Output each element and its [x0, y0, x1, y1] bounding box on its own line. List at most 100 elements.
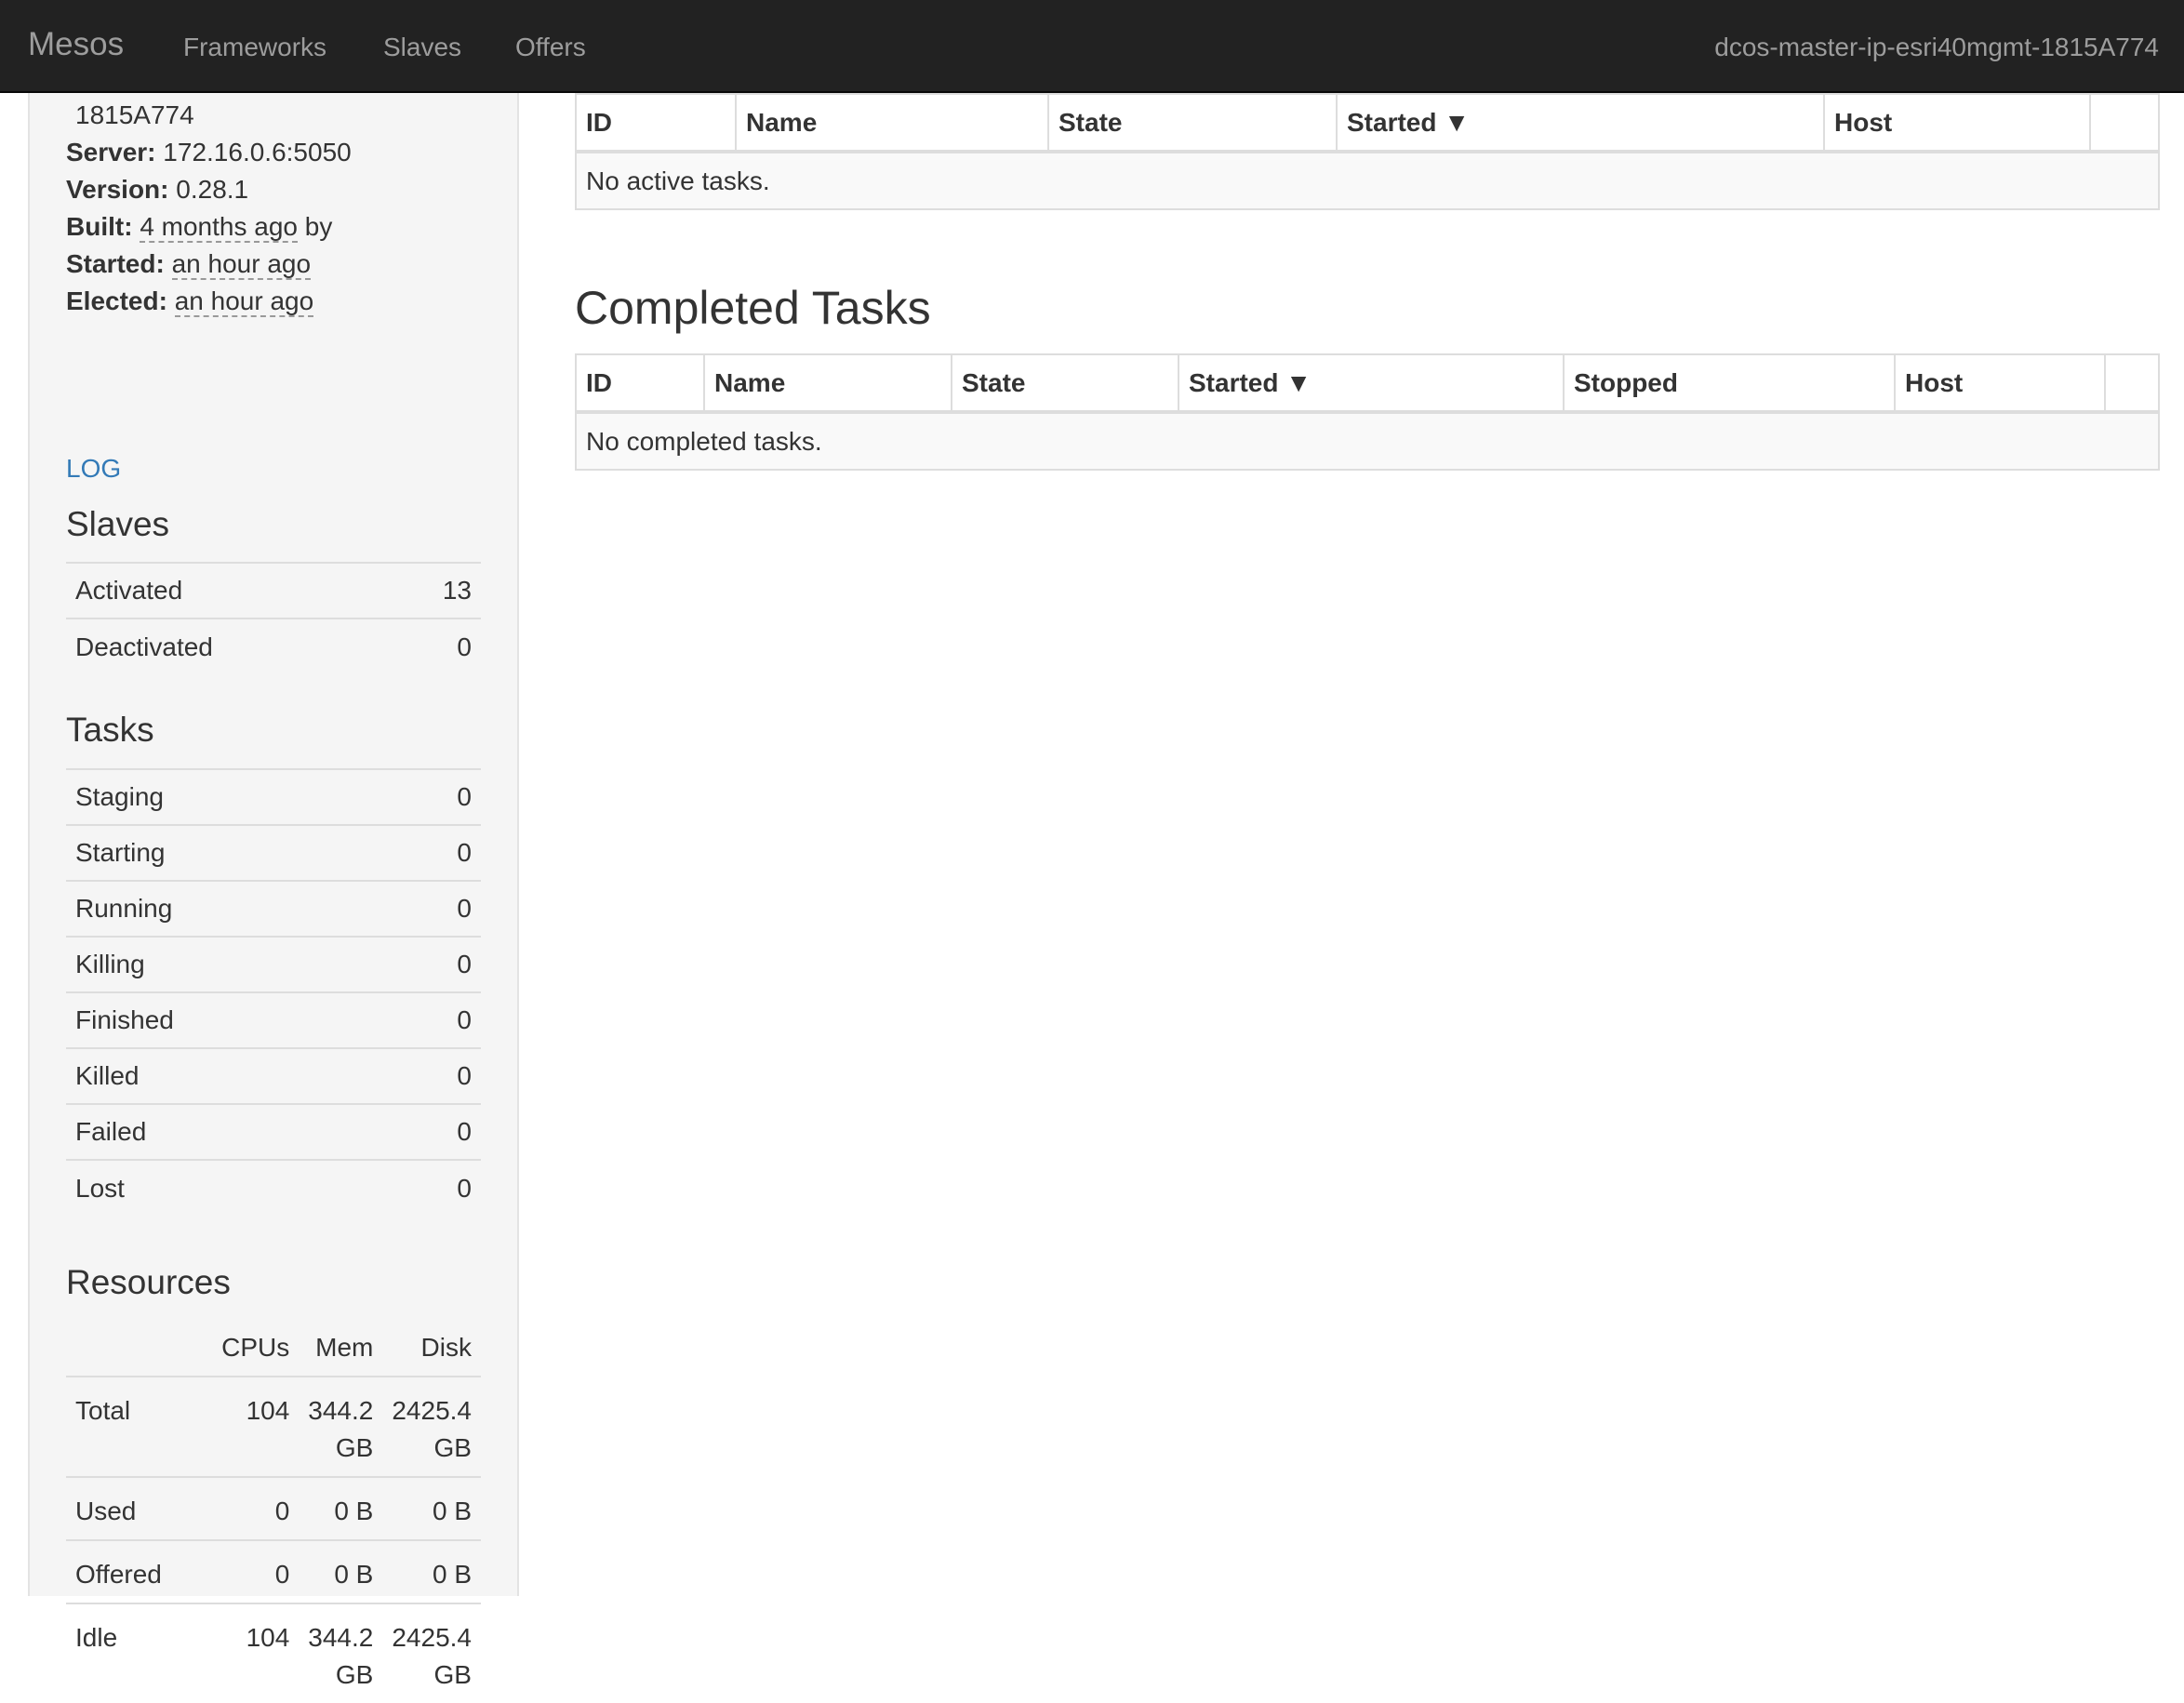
built-value[interactable]: 4 months ago [140, 212, 298, 243]
task-state-label: Killed [66, 1047, 390, 1104]
col-header-state[interactable]: State [1047, 93, 1338, 153]
tasks-heading: Tasks [66, 711, 154, 749]
resource-mem: 0 B [299, 1539, 383, 1603]
built-label: Built: [66, 212, 133, 241]
resources-corner [66, 1319, 171, 1377]
table-row: Idle 104 344.2 GB 2425.4 GB [66, 1603, 481, 1703]
table-row: Running 0 [66, 880, 481, 937]
resource-cpus: 0 [170, 1539, 300, 1603]
resource-disk: 2425.4 GB [382, 1603, 481, 1703]
col-header-id[interactable]: ID [575, 93, 737, 153]
table-row: No completed tasks. [575, 411, 2160, 471]
table-row: Activated 13 [66, 562, 481, 619]
version-value: 0.28.1 [176, 175, 249, 204]
resources-header-row: CPUs Mem Disk [66, 1319, 481, 1377]
version-info: Version: 0.28.1 [66, 175, 248, 205]
active-tasks-table: ID Name State Started ▼ Host No active t… [575, 93, 2160, 210]
table-row: Total 104 344.2 GB 2425.4 GB [66, 1376, 481, 1477]
col-header-name[interactable]: Name [735, 93, 1049, 153]
resources-table: CPUs Mem Disk Total 104 344.2 GB 2425.4 … [66, 1319, 481, 1703]
elected-value[interactable]: an hour ago [174, 286, 314, 317]
slaves-activated-label: Activated [66, 562, 384, 619]
col-header-host[interactable]: Host [1823, 93, 2091, 153]
col-header-stopped[interactable]: Stopped [1563, 353, 1896, 414]
resource-row-label: Used [66, 1476, 171, 1540]
top-navbar: Mesos Frameworks Slaves Offers dcos-mast… [0, 0, 2184, 93]
table-row: Offered 0 0 B 0 B [66, 1539, 481, 1603]
active-tasks-header-row: ID Name State Started ▼ Host [575, 93, 2160, 153]
task-state-count: 0 [389, 768, 481, 825]
master-host-fragment: 1815A774 [75, 100, 194, 129]
elected-label: Elected: [66, 286, 167, 315]
table-row: Used 0 0 B 0 B [66, 1476, 481, 1540]
slaves-table: Activated 13 Deactivated 0 [66, 562, 481, 674]
nav-offers-link[interactable]: Offers [515, 33, 586, 62]
col-header-extra [2104, 353, 2160, 414]
resource-mem: 344.2 GB [299, 1603, 383, 1703]
resource-disk: 0 B [382, 1539, 481, 1603]
task-state-label: Staging [66, 768, 390, 825]
started-info: Started: an hour ago [66, 249, 312, 280]
tasks-table: Staging 0 Starting 0 Running 0 Killing 0 Fin… [66, 768, 481, 1216]
resource-mem: 0 B [299, 1476, 383, 1540]
table-row: Failed 0 [66, 1103, 481, 1160]
elected-info: Elected: an hour ago [66, 286, 314, 317]
completed-tasks-empty-message: No completed tasks. [575, 411, 2160, 471]
table-row: Lost 0 [66, 1159, 481, 1216]
col-header-started[interactable]: Started ▼ [1178, 353, 1565, 414]
built-info: Built: 4 months ago by [66, 212, 333, 243]
col-header-disk: Disk [420, 1332, 472, 1362]
task-state-count: 0 [389, 1103, 481, 1160]
col-header-mem: Mem [315, 1332, 374, 1362]
col-header-started[interactable]: Started ▼ [1336, 93, 1825, 153]
log-link[interactable]: LOG [66, 454, 121, 484]
resource-cpus: 104 [170, 1376, 300, 1477]
col-header-cpus: CPUs [221, 1332, 290, 1362]
col-header-state[interactable]: State [951, 353, 1179, 414]
task-state-label: Starting [66, 824, 390, 881]
task-state-label: Running [66, 880, 390, 937]
table-row: Finished 0 [66, 991, 481, 1048]
task-state-count: 0 [389, 991, 481, 1048]
nav-frameworks-link[interactable]: Frameworks [183, 33, 326, 62]
task-state-count: 0 [389, 1159, 481, 1216]
col-header-name[interactable]: Name [703, 353, 952, 414]
task-state-count: 0 [389, 824, 481, 881]
col-header-extra [2089, 93, 2160, 153]
slaves-activated-value: 13 [383, 562, 481, 619]
started-label: Started: [66, 249, 165, 278]
completed-tasks-title: Completed Tasks [575, 282, 931, 334]
brand-link[interactable]: Mesos [28, 26, 124, 63]
resources-heading: Resources [66, 1263, 231, 1301]
resource-cpus: 0 [170, 1476, 300, 1540]
resource-row-label: Offered [66, 1539, 171, 1603]
col-header-id[interactable]: ID [575, 353, 705, 414]
task-state-label: Failed [66, 1103, 390, 1160]
table-row: No active tasks. [575, 151, 2160, 210]
active-tasks-empty-message: No active tasks. [575, 151, 2160, 210]
resource-disk: 0 B [382, 1476, 481, 1540]
slaves-deactivated-value: 0 [383, 618, 481, 674]
table-row: Killed 0 [66, 1047, 481, 1104]
completed-tasks-table: ID Name State Started ▼ Stopped Host No … [575, 353, 2160, 471]
table-row: Killing 0 [66, 936, 481, 992]
resource-cpus: 104 [170, 1603, 300, 1703]
task-state-count: 0 [389, 936, 481, 992]
nav-slaves-link[interactable]: Slaves [383, 33, 461, 62]
server-info: Server: 172.16.0.6:5050 [66, 138, 352, 167]
version-label: Version: [66, 175, 169, 204]
server-value: 172.16.0.6:5050 [163, 138, 352, 166]
col-header-host[interactable]: Host [1894, 353, 2106, 414]
started-value[interactable]: an hour ago [171, 249, 312, 280]
task-state-count: 0 [389, 880, 481, 937]
cluster-name: dcos-master-ip-esri40mgmt-1815A774 [1714, 33, 2159, 61]
resource-row-label: Total [66, 1376, 171, 1477]
table-row: Deactivated 0 [66, 618, 481, 674]
task-state-label: Killing [66, 936, 390, 992]
resource-disk: 2425.4 GB [382, 1376, 481, 1477]
sidebar: 1815A774 Server: 172.16.0.6:5050 Version… [28, 93, 519, 1703]
resource-mem: 344.2 GB [299, 1376, 383, 1477]
task-state-label: Lost [66, 1159, 390, 1216]
slaves-deactivated-label: Deactivated [66, 618, 384, 674]
built-suffix: by [304, 212, 333, 241]
